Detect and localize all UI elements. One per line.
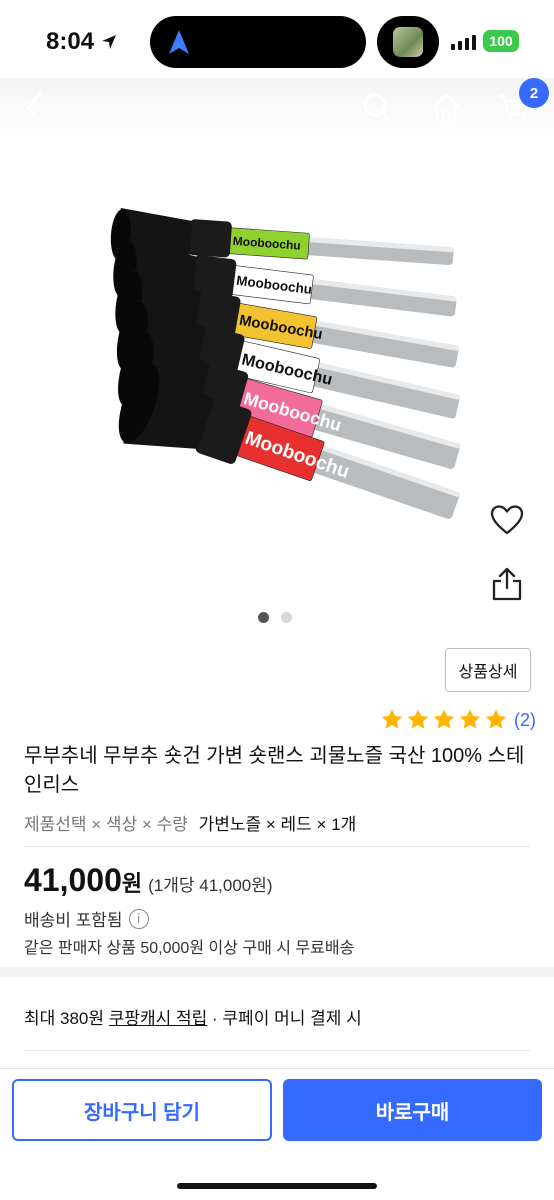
star-icon: [433, 709, 455, 729]
share-button[interactable]: [485, 562, 529, 606]
search-icon: [363, 93, 393, 123]
option-labels: 제품선택 × 색상 × 수량: [24, 815, 188, 834]
back-chevron-icon: [26, 92, 42, 124]
option-selected: 가변노즐 × 레드 × 1개: [198, 815, 357, 834]
back-button[interactable]: [12, 86, 56, 130]
star-icon: [381, 709, 403, 729]
rating-stars: [380, 708, 508, 732]
signal-icon: [451, 35, 476, 50]
add-to-cart-label: 장바구니 담기: [84, 1101, 200, 1124]
divider: [24, 846, 530, 847]
nozzle-nut: [188, 219, 232, 258]
info-icon[interactable]: i: [128, 908, 149, 929]
star-icon: [407, 709, 429, 729]
cash-reward: 최대 380원 쿠팡캐시 적립 · 쿠페이 머니 결제 시: [24, 1004, 362, 1029]
dynamic-island: [150, 16, 366, 68]
price-currency: 원: [121, 871, 143, 896]
divider: [24, 1050, 530, 1051]
location-arrow-icon: [102, 35, 117, 49]
coupang-cash-link[interactable]: 쿠팡캐시 적립: [109, 1009, 208, 1028]
activity-thumbnail: [393, 27, 423, 57]
buy-now-label: 바로구매: [375, 1101, 450, 1124]
section-separator: [0, 967, 554, 977]
home-button[interactable]: [424, 86, 468, 130]
home-indicator: [177, 1183, 377, 1189]
search-button[interactable]: [356, 86, 400, 130]
star-icon: [459, 709, 481, 729]
product-detail-label: 상품상세: [458, 664, 518, 681]
cart-count: 2: [529, 84, 539, 102]
shipping-included: 배송비 포함됨: [24, 911, 123, 930]
heart-icon: [490, 505, 524, 535]
status-time: 8:04: [46, 28, 118, 56]
dynamic-island-activity: [377, 16, 439, 68]
navigation-arrow-icon: [169, 30, 189, 54]
shipping-info: 배송비 포함됨 i: [24, 906, 149, 931]
time-label: 8:04: [46, 28, 95, 55]
product-photo-nozzles: MooboochuMooboochuMooboochuMooboochuMoob…: [110, 208, 461, 519]
star-icon: [485, 709, 507, 729]
product-title: 무부추네 무부추 숏건 가변 숏랜스 괴물노즐 국산 100% 스테인리스: [24, 745, 525, 796]
rating[interactable]: (2): [380, 708, 536, 732]
cash-prefix: 최대 380원: [24, 1009, 109, 1028]
price: 41,000 원 (1개당 41,000원): [24, 862, 273, 899]
battery-indicator: 100: [483, 30, 519, 52]
add-to-cart-button[interactable]: 장바구니 담기: [12, 1079, 272, 1141]
bottom-action-bar: 장바구니 담기 바로구매: [0, 1068, 554, 1200]
product-image[interactable]: Mooboochu Mooboochu Mooboochu Mooboochu Moob…: [80, 190, 500, 550]
cash-suffix: · 쿠페이 머니 결제 시: [207, 1009, 362, 1028]
pagination-dot-active[interactable]: [258, 612, 269, 623]
price-amount: 41,000: [24, 862, 122, 898]
share-icon: [492, 567, 522, 601]
wishlist-button[interactable]: [485, 498, 529, 542]
battery-level: 100: [489, 33, 513, 49]
unit-price: (1개당 41,000원): [148, 876, 273, 895]
free-shipping-condition: 같은 판매자 상품 50,000원 이상 구매 시 무료배송: [24, 940, 355, 957]
option-summary[interactable]: 제품선택 × 색상 × 수량 가변노즐 × 레드 × 1개: [24, 810, 356, 835]
home-icon: [432, 93, 460, 123]
status-bar: 8:04 100: [0, 0, 554, 86]
review-count[interactable]: (2): [514, 710, 536, 731]
image-pagination: [258, 612, 292, 623]
buy-now-button[interactable]: 바로구매: [283, 1079, 542, 1141]
pagination-dot[interactable]: [281, 612, 292, 623]
product-detail-button[interactable]: 상품상세: [445, 648, 531, 692]
cart-count-badge: 2: [519, 78, 549, 108]
top-navigation: [0, 78, 554, 138]
